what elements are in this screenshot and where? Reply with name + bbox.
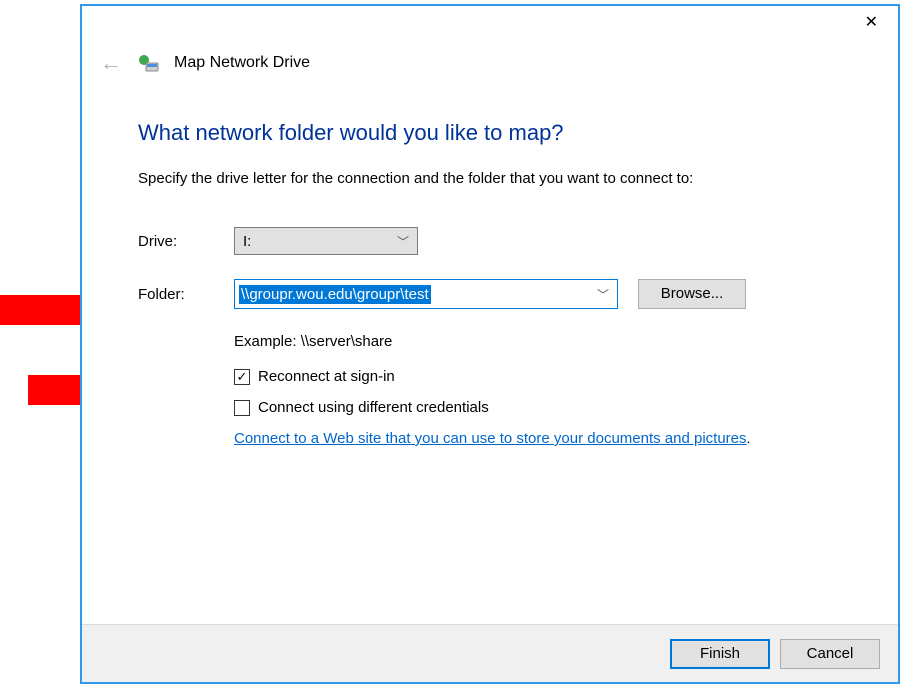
dialog-title: Map Network Drive bbox=[174, 54, 310, 72]
browse-button[interactable]: Browse... bbox=[638, 279, 746, 309]
titlebar: ✕ bbox=[82, 6, 898, 40]
chevron-down-icon[interactable]: ﹀ bbox=[597, 286, 609, 303]
folder-combobox[interactable]: \\groupr.wou.edu\groupr\test ﹀ bbox=[234, 279, 618, 309]
reconnect-checkbox-row: ✓ Reconnect at sign-in bbox=[234, 368, 842, 385]
drive-label: Drive: bbox=[138, 233, 234, 250]
close-icon[interactable]: ✕ bbox=[857, 11, 886, 35]
cancel-button[interactable]: Cancel bbox=[780, 639, 880, 669]
diffcreds-checkbox-row: Connect using different credentials bbox=[234, 399, 842, 416]
back-arrow-icon: ← bbox=[100, 50, 122, 76]
reconnect-label: Reconnect at sign-in bbox=[258, 368, 395, 385]
finish-button[interactable]: Finish bbox=[670, 639, 770, 669]
page-heading: What network folder would you like to ma… bbox=[138, 120, 842, 146]
chevron-down-icon: ﹀ bbox=[397, 233, 409, 250]
drive-value: I: bbox=[243, 233, 251, 250]
instruction-text: Specify the drive letter for the connect… bbox=[138, 170, 842, 187]
diffcreds-label: Connect using different credentials bbox=[258, 399, 489, 416]
drive-row: Drive: I: ﹀ bbox=[138, 227, 842, 255]
folder-row: Folder: \\groupr.wou.edu\groupr\test ﹀ B… bbox=[138, 279, 842, 309]
folder-label: Folder: bbox=[138, 286, 234, 303]
example-text: Example: \\server\share bbox=[234, 333, 842, 350]
network-drive-icon bbox=[136, 51, 160, 75]
drive-select[interactable]: I: ﹀ bbox=[234, 227, 418, 255]
webstore-link[interactable]: Connect to a Web site that you can use t… bbox=[234, 430, 747, 447]
header: ← Map Network Drive bbox=[82, 40, 898, 80]
folder-input[interactable]: \\groupr.wou.edu\groupr\test bbox=[239, 286, 597, 303]
reconnect-checkbox[interactable]: ✓ bbox=[234, 369, 250, 385]
diffcreds-checkbox[interactable] bbox=[234, 400, 250, 416]
map-network-drive-dialog: ✕ ← Map Network Drive What network folde… bbox=[80, 4, 900, 684]
dialog-footer: Finish Cancel bbox=[82, 624, 898, 682]
